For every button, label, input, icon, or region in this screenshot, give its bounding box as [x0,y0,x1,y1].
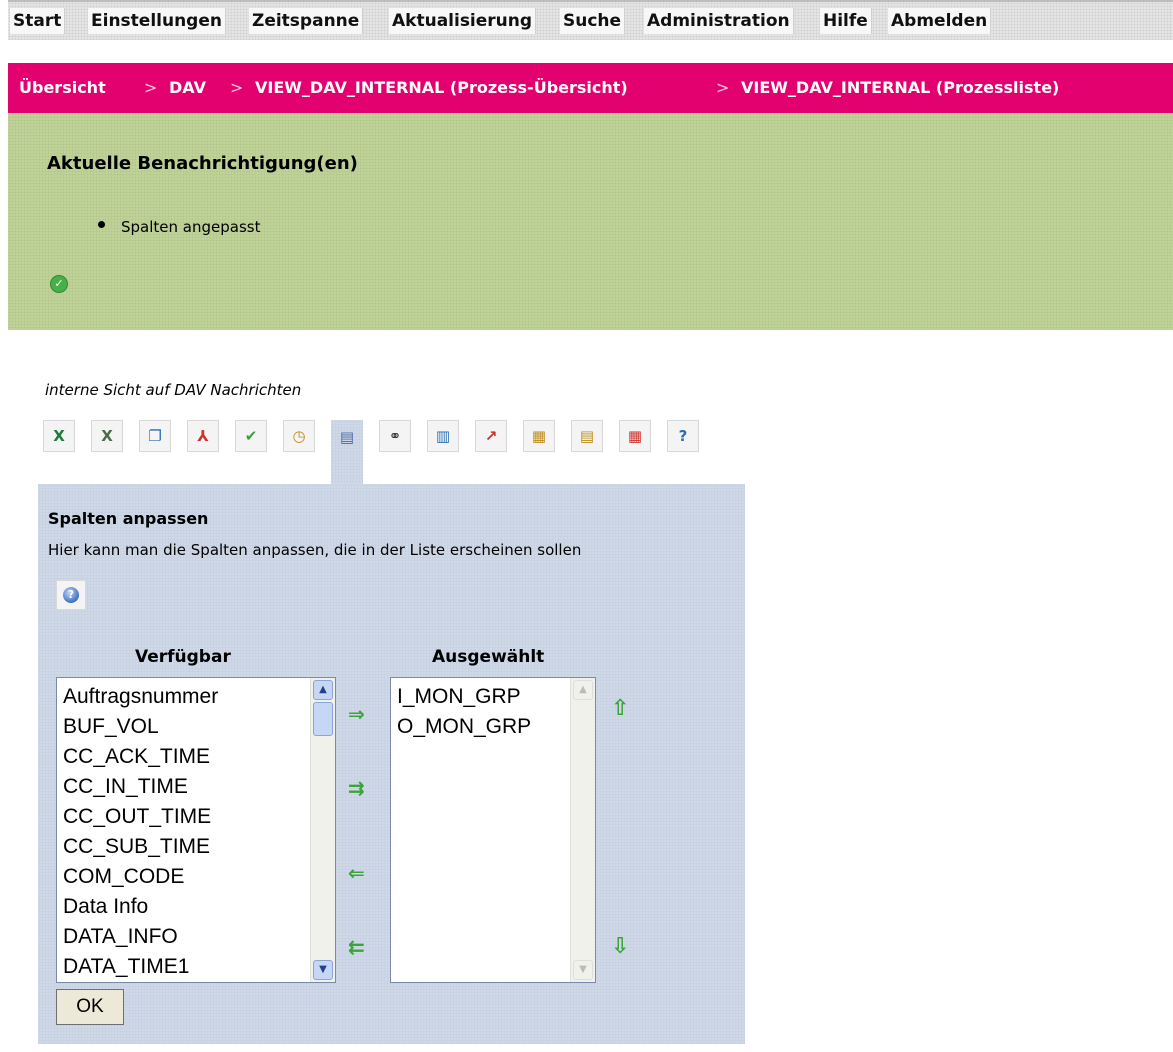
table-filter-icon: ▦ [627,427,643,445]
scrollbar[interactable]: ▲ ▼ [310,678,335,982]
move-up-arrow-icon[interactable]: ⇧ [611,696,629,721]
menu-item-administration[interactable]: Administration [644,8,794,34]
panel-title: Spalten anpassen [48,509,209,528]
view-subtitle: interne Sicht auf DAV Nachrichten [45,381,302,399]
ok-button[interactable]: OK [56,989,124,1025]
bar-chart-icon: ▥ [435,427,451,445]
list-item[interactable]: BUF_VOL [63,712,335,742]
main-menu: Start Einstellungen Zeitspanne Aktualisi… [8,0,1173,40]
checkmark-icon: ✔ [244,427,258,445]
scrollbar: ▲ ▼ [570,678,595,982]
notification-title: Aktuelle Benachrichtigung(en) [47,153,358,174]
line-chart-icon: ↗ [484,427,498,445]
list-item[interactable]: Data Info [63,892,335,922]
breadcrumb-separator: > [716,78,730,97]
table-button[interactable]: ▤ [571,420,603,452]
menu-item-start[interactable]: Start [10,8,66,34]
notification-panel: Aktuelle Benachrichtigung(en) Spalten an… [8,113,1173,330]
menu-item-suche[interactable]: Suche [560,8,626,34]
list-item[interactable]: DATA_INFO [63,922,335,952]
table-filter-button[interactable]: ▦ [619,420,651,452]
columns-panel: Spalten anpassen Hier kann man die Spalt… [38,484,745,1044]
list-item[interactable]: CC_SUB_TIME [63,832,335,862]
panel-description: Hier kann man die Spalten anpassen, die … [48,541,582,559]
menu-item-aktualisierung[interactable]: Aktualisierung [389,8,537,34]
available-header: Verfügbar [135,647,231,667]
selected-items: I_MON_GRP O_MON_GRP [391,678,595,742]
help-button[interactable]: ? [56,580,86,610]
help-icon: ? [678,427,688,445]
add-all-arrow-icon[interactable]: ⇉ [348,776,365,800]
scroll-thumb[interactable] [313,702,333,736]
calendar-button[interactable]: ▦ [523,420,555,452]
remove-all-arrow-icon[interactable]: ⇇ [348,935,365,959]
breadcrumb-item-dav[interactable]: DAV [169,63,206,113]
breadcrumb: Übersicht > DAV > VIEW_DAV_INTERNAL (Pro… [8,63,1173,113]
calendar-icon: ▦ [531,427,547,445]
html-export-button[interactable]: ❐ [139,420,171,452]
list-item[interactable]: O_MON_GRP [397,712,595,742]
bar-chart-button[interactable]: ▥ [427,420,459,452]
selected-columns-list[interactable]: I_MON_GRP O_MON_GRP ▲ ▼ [390,677,596,983]
excel-export-icon: X [53,427,65,445]
available-items: Auftragsnummer BUF_VOL CC_ACK_TIME CC_IN_TI… [57,678,335,982]
available-columns-list[interactable]: Auftragsnummer BUF_VOL CC_ACK_TIME CC_IN_TI… [56,677,336,983]
help-button[interactable]: ? [667,420,699,452]
menu-item-hilfe[interactable]: Hilfe [820,8,872,34]
menu-item-abmelden[interactable]: Abmelden [888,8,992,34]
excel-export-button[interactable]: X [43,420,75,452]
pdf-export-icon: ⅄ [197,427,209,445]
scroll-up-button[interactable]: ▲ [313,680,333,700]
table-icon: ▤ [579,427,595,445]
menu-item-zeitspanne[interactable]: Zeitspanne [249,8,364,34]
breadcrumb-item-prozess-uebersicht[interactable]: VIEW_DAV_INTERNAL (Prozess-Übersicht) [255,63,628,113]
breadcrumb-item-prozessliste: VIEW_DAV_INTERNAL (Prozessliste) [741,78,1060,97]
breadcrumb-item-uebersicht[interactable]: Übersicht [19,63,106,113]
notification-message: Spalten angepasst [121,218,261,236]
selected-header: Ausgewählt [432,647,545,667]
html-export-icon: ❐ [148,427,162,445]
breadcrumb-separator: > [144,78,158,97]
columns-icon: ▤ [339,428,355,446]
clock-icon: ◷ [292,427,306,445]
list-item[interactable]: DATA_TIME1 [63,952,335,982]
excel-list-button[interactable]: X [91,420,123,452]
check-circle-icon: ✓ [50,275,68,293]
move-down-arrow-icon[interactable]: ⇩ [611,934,629,959]
binoculars-icon: ⚭ [388,427,402,445]
scroll-down-button[interactable]: ▼ [313,960,333,980]
list-item[interactable]: CC_ACK_TIME [63,742,335,772]
add-arrow-icon[interactable]: ⇒ [348,702,365,726]
checkmark-button[interactable]: ✔ [235,420,267,452]
line-chart-button[interactable]: ↗ [475,420,507,452]
excel-list-icon: X [101,427,113,445]
remove-arrow-icon[interactable]: ⇐ [348,861,365,885]
columns-button[interactable]: ▤ [331,420,363,484]
binoculars-button[interactable]: ⚭ [379,420,411,452]
pdf-export-button[interactable]: ⅄ [187,420,219,452]
clock-button[interactable]: ◷ [283,420,315,452]
list-item[interactable]: COM_CODE [63,862,335,892]
menu-item-einstellungen[interactable]: Einstellungen [88,8,226,34]
list-item[interactable]: Auftragsnummer [63,682,335,712]
scroll-up-button: ▲ [573,680,593,700]
breadcrumb-separator: > [230,78,244,97]
scroll-down-button: ▼ [573,960,593,980]
help-icon: ? [63,587,79,603]
list-item[interactable]: I_MON_GRP [397,682,595,712]
list-item[interactable]: CC_IN_TIME [63,772,335,802]
list-item[interactable]: CC_OUT_TIME [63,802,335,832]
bullet-icon [98,221,105,228]
